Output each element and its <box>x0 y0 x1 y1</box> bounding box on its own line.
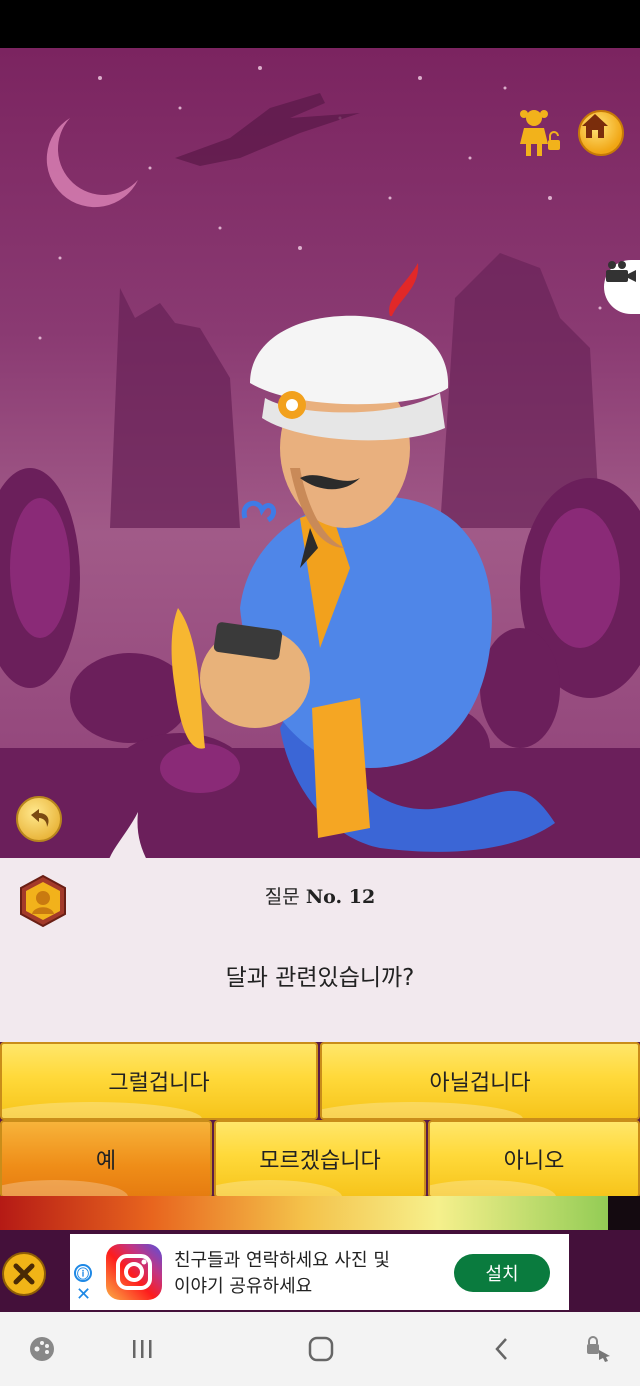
answer-panel: 그럴겁니다 아닐겁니다 예 모르겠습니다 아니오 <box>0 1042 640 1202</box>
question-number-prefix: 질문 <box>264 886 300 908</box>
confidence-gauge <box>0 1196 640 1230</box>
undo-icon <box>31 809 49 827</box>
ad-text-line1: 친구들과 연락하세요 사진 및 <box>174 1250 390 1271</box>
confidence-gauge-fill <box>0 1196 608 1230</box>
question-number-label: No. 12 <box>305 886 376 908</box>
answer-dont-know-button[interactable]: 모르겠습니다 <box>214 1120 426 1198</box>
close-ad-button[interactable] <box>2 1252 46 1296</box>
answer-probably-not-button[interactable]: 아닐겁니다 <box>320 1042 640 1120</box>
touch-lock-icon[interactable] <box>576 1312 620 1386</box>
answer-probably-button[interactable]: 그럴겁니다 <box>0 1042 318 1120</box>
instagram-logo-icon <box>106 1244 162 1300</box>
child-mode-icon[interactable] <box>512 106 566 160</box>
android-nav-bar <box>0 1312 640 1386</box>
recent-apps-icon[interactable] <box>120 1312 164 1386</box>
status-bar <box>0 0 640 48</box>
answer-yes-button[interactable]: 예 <box>0 1120 212 1198</box>
question-number: 질문 No. 12 <box>0 882 640 909</box>
ad-text-line2: 이야기 공유하세요 <box>174 1276 313 1297</box>
home-button[interactable] <box>578 110 624 156</box>
home-nav-icon[interactable] <box>298 1312 344 1386</box>
ad-close-icon[interactable]: ✕ <box>76 1286 91 1304</box>
question-text: 달과 관련있습니까? <box>225 965 415 991</box>
ad-info-icon[interactable]: ⓘ <box>74 1264 92 1282</box>
home-icon <box>582 114 608 138</box>
ad-banner[interactable]: ⓘ ✕ 친구들과 연락하세요 사진 및 이야기 공유하세요 설치 <box>70 1234 569 1310</box>
video-camera-icon <box>606 261 636 282</box>
undo-button[interactable] <box>16 796 62 842</box>
answer-no-button[interactable]: 아니오 <box>428 1120 640 1198</box>
answer-dont-know-label: 모르겠습니다 <box>259 1149 381 1174</box>
answer-yes-label: 예 <box>95 1149 117 1174</box>
answer-probably-label: 그럴겁니다 <box>108 1071 210 1096</box>
game-scene <box>0 48 640 858</box>
back-icon[interactable] <box>480 1312 524 1386</box>
answer-probably-not-label: 아닐겁니다 <box>429 1071 531 1096</box>
scene-artwork <box>0 66 640 858</box>
ad-install-button[interactable]: 설치 <box>454 1254 550 1292</box>
gamepad-icon[interactable] <box>20 1312 64 1386</box>
ad-text: 친구들과 연락하세요 사진 및 이야기 공유하세요 <box>174 1248 424 1300</box>
answer-no-label: 아니오 <box>503 1149 565 1174</box>
close-x-icon <box>13 1263 35 1285</box>
bubble-tail <box>108 812 148 862</box>
